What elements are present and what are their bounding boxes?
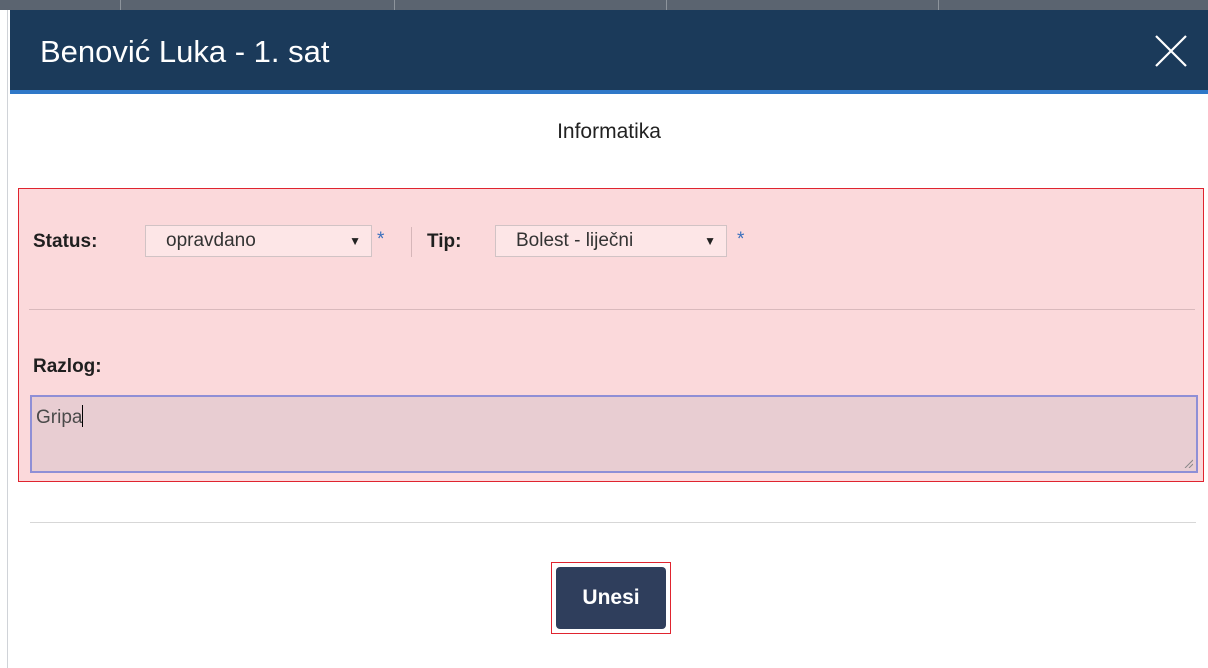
- background-divider: [120, 0, 121, 10]
- page: Benović Luka - 1. sat Informatika Status…: [0, 0, 1208, 668]
- submit-button[interactable]: Unesi: [556, 567, 666, 629]
- modal-title: Benović Luka - 1. sat: [40, 34, 330, 69]
- required-star-icon: *: [377, 229, 385, 250]
- tip-label: Tip:: [427, 231, 462, 252]
- field-divider: [411, 227, 412, 257]
- razlog-textarea[interactable]: Gripa: [30, 395, 1198, 473]
- resize-grip-icon[interactable]: [1183, 458, 1193, 468]
- text-caret: [82, 405, 84, 427]
- absence-form-section: Status: opravdano ▼ * Tip: Bolest - lije…: [18, 188, 1204, 482]
- required-star-icon: *: [737, 229, 745, 250]
- dropdown-arrow-icon: ▼: [349, 234, 361, 248]
- subject-name: Informatika: [557, 120, 661, 143]
- absence-modal: Benović Luka - 1. sat Informatika Status…: [10, 10, 1208, 668]
- tip-select-value: Bolest - liječni: [516, 230, 634, 251]
- modal-header: Benović Luka - 1. sat: [10, 10, 1208, 94]
- background-divider: [394, 0, 395, 10]
- submit-highlight: Unesi: [551, 562, 671, 634]
- footer-divider: [30, 522, 1196, 523]
- tip-select[interactable]: Bolest - liječni ▼: [495, 225, 727, 257]
- razlog-text: Gripa: [36, 407, 83, 428]
- background-divider: [938, 0, 939, 10]
- razlog-label: Razlog:: [33, 356, 102, 377]
- status-select-value: opravdano: [166, 230, 256, 251]
- section-divider: [29, 309, 1195, 310]
- background-divider: [666, 0, 667, 10]
- status-select[interactable]: opravdano ▼: [145, 225, 372, 257]
- close-icon[interactable]: [1152, 32, 1190, 70]
- background-page-edge: [0, 10, 8, 668]
- background-page-strip: [0, 0, 1208, 10]
- status-label: Status:: [33, 231, 98, 252]
- dropdown-arrow-icon: ▼: [704, 234, 716, 248]
